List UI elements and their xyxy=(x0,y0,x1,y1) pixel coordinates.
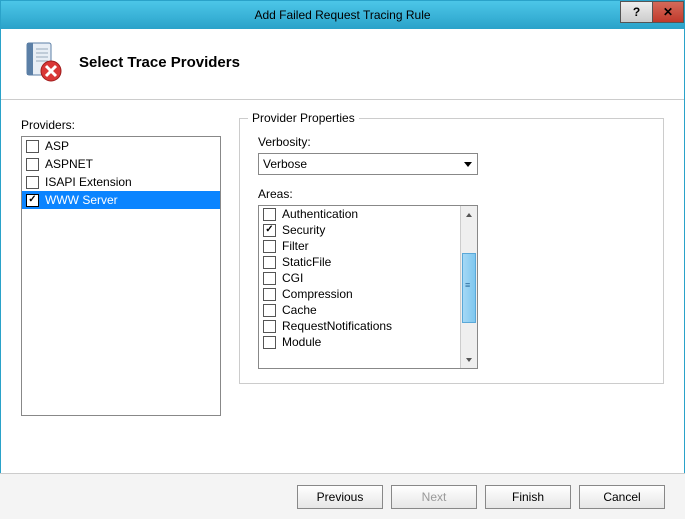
provider-item[interactable]: WWW Server xyxy=(22,191,220,209)
area-label: Security xyxy=(282,223,325,237)
area-label: CGI xyxy=(282,271,303,285)
scrollbar[interactable] xyxy=(460,206,477,368)
close-icon: ✕ xyxy=(663,5,673,19)
page-title: Select Trace Providers xyxy=(79,54,240,71)
area-label: Module xyxy=(282,335,321,349)
checkbox[interactable] xyxy=(263,320,276,333)
checkbox[interactable] xyxy=(263,304,276,317)
area-label: Filter xyxy=(282,239,309,253)
area-item[interactable]: Module xyxy=(259,334,460,350)
area-item[interactable]: Filter xyxy=(259,238,460,254)
checkbox[interactable] xyxy=(263,336,276,349)
checkbox[interactable] xyxy=(263,256,276,269)
checkbox[interactable] xyxy=(26,176,39,189)
checkbox[interactable] xyxy=(263,240,276,253)
checkbox[interactable] xyxy=(26,194,39,207)
provider-item[interactable]: ASPNET xyxy=(22,155,220,173)
help-button[interactable]: ? xyxy=(620,1,652,23)
scroll-down-arrow[interactable] xyxy=(461,351,477,368)
checkbox[interactable] xyxy=(26,140,39,153)
provider-item[interactable]: ISAPI Extension xyxy=(22,173,220,191)
area-label: Compression xyxy=(282,287,353,301)
cancel-button[interactable]: Cancel xyxy=(579,485,665,509)
area-item[interactable]: Compression xyxy=(259,286,460,302)
close-button[interactable]: ✕ xyxy=(652,1,684,23)
checkbox[interactable] xyxy=(263,208,276,221)
content-area: Providers: ASP ASPNET ISAPI Extension WWW S… xyxy=(1,100,684,426)
finish-button[interactable]: Finish xyxy=(485,485,571,509)
area-item[interactable]: Authentication xyxy=(259,206,460,222)
checkbox[interactable] xyxy=(26,158,39,171)
areas-label: Areas: xyxy=(258,187,651,201)
scroll-thumb[interactable] xyxy=(462,253,476,323)
title-buttons: ? ✕ xyxy=(620,1,684,23)
providers-listbox[interactable]: ASP ASPNET ISAPI Extension WWW Server xyxy=(21,136,221,416)
area-item[interactable]: CGI xyxy=(259,270,460,286)
help-icon: ? xyxy=(633,5,640,19)
checkbox[interactable] xyxy=(263,272,276,285)
area-label: StaticFile xyxy=(282,255,331,269)
area-item[interactable]: Security xyxy=(259,222,460,238)
provider-properties-group: Provider Properties Verbosity: Verbose A… xyxy=(239,118,664,384)
provider-item[interactable]: ASP xyxy=(22,137,220,155)
provider-label: WWW Server xyxy=(45,193,118,207)
properties-section: Provider Properties Verbosity: Verbose A… xyxy=(239,118,664,416)
window-title: Add Failed Request Tracing Rule xyxy=(1,8,684,22)
verbosity-label: Verbosity: xyxy=(258,135,651,149)
providers-label: Providers: xyxy=(21,118,221,132)
checkbox[interactable] xyxy=(263,224,276,237)
provider-label: ASPNET xyxy=(45,157,93,171)
wizard-header: Select Trace Providers xyxy=(1,29,684,100)
checkbox[interactable] xyxy=(263,288,276,301)
area-item[interactable]: RequestNotifications xyxy=(259,318,460,334)
area-item[interactable]: StaticFile xyxy=(259,254,460,270)
area-item[interactable]: Cache xyxy=(259,302,460,318)
provider-label: ISAPI Extension xyxy=(45,175,132,189)
previous-button[interactable]: Previous xyxy=(297,485,383,509)
areas-listbox[interactable]: Authentication Security Filter StaticFile CG… xyxy=(258,205,478,369)
scroll-up-arrow[interactable] xyxy=(461,206,477,223)
verbosity-select[interactable]: Verbose xyxy=(258,153,478,175)
wizard-footer: Previous Next Finish Cancel xyxy=(0,473,685,519)
area-label: RequestNotifications xyxy=(282,319,392,333)
area-label: Authentication xyxy=(282,207,358,221)
scroll-track[interactable] xyxy=(461,223,477,351)
provider-label: ASP xyxy=(45,139,69,153)
area-label: Cache xyxy=(282,303,317,317)
providers-section: Providers: ASP ASPNET ISAPI Extension WWW S… xyxy=(21,118,221,416)
next-button: Next xyxy=(391,485,477,509)
document-error-icon xyxy=(21,41,63,83)
titlebar[interactable]: Add Failed Request Tracing Rule ? ✕ xyxy=(1,1,684,29)
group-title: Provider Properties xyxy=(248,111,359,125)
